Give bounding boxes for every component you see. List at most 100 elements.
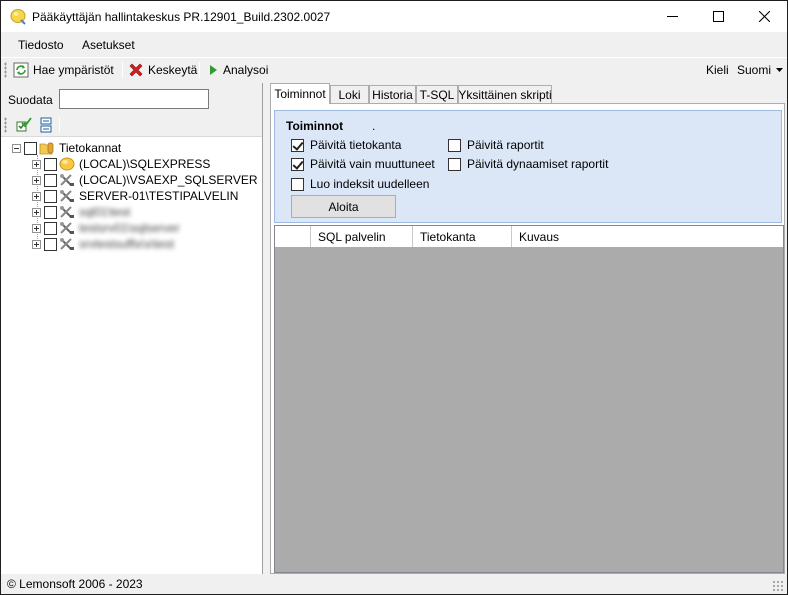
actions-dot: . [372, 119, 376, 133]
expand-toggle[interactable] [32, 191, 41, 201]
analyze-label: Analysoi [223, 63, 269, 77]
server-running-icon [59, 157, 75, 171]
tree-root-checkbox[interactable] [24, 141, 37, 155]
tree-node-server[interactable]: testsrv01\sqlserver [32, 220, 180, 236]
tree-node-checkbox[interactable] [44, 205, 57, 219]
tree-node-checkbox[interactable] [44, 221, 57, 235]
column-header-database[interactable]: Tietokanta [413, 226, 512, 247]
update-database-checkbox[interactable] [291, 138, 304, 152]
tab-single-script[interactable]: Yksittäinen skripti [458, 85, 552, 103]
tree-toolbar [1, 113, 262, 137]
expand-toggle[interactable] [32, 239, 41, 249]
fetch-environments-label: Hae ympäristöt [33, 63, 114, 77]
collapse-all-icon[interactable] [39, 117, 53, 133]
stop-label: Keskeytä [148, 63, 198, 77]
column-header-sql-server[interactable]: SQL palvelin [311, 226, 413, 247]
tree-node-server[interactable]: (LOCAL)\SQLEXPRESS [32, 156, 210, 172]
filter-label: Suodata [8, 93, 53, 107]
tree-node-checkbox[interactable] [44, 157, 57, 171]
tree-node-checkbox[interactable] [44, 173, 57, 187]
actions-panel: Toiminnot . Päivitä tietokanta Päivitä v… [274, 110, 782, 223]
databases-folder-icon [39, 142, 54, 155]
tree-node-label-redacted: srvtestsuffix\x\test [79, 237, 175, 251]
grid-header: SQL palvelin Tietokanta Kuvaus [275, 226, 783, 248]
update-reports-label: Päivitä raportit [467, 138, 544, 152]
maximize-icon [712, 11, 724, 22]
tree-node-server[interactable]: srvtestsuffix\x\test [32, 236, 174, 252]
start-button[interactable]: Aloita [291, 195, 396, 218]
tab-actions[interactable]: Toiminnot [270, 83, 330, 104]
language-value: Suomi [737, 63, 772, 77]
menu-settings[interactable]: Asetukset [82, 38, 135, 52]
check-all-icon[interactable] [16, 117, 32, 133]
actions-title: Toiminnot [286, 119, 344, 133]
toolbar: Hae ympäristöt Keskeytä Analysoi Kieli S… [1, 57, 787, 81]
refresh-icon [13, 62, 29, 78]
expand-toggle[interactable] [32, 175, 41, 185]
update-reports-checkbox-row[interactable]: Päivitä raportit [448, 138, 544, 152]
maximize-button[interactable] [695, 1, 741, 32]
rebuild-indexes-checkbox[interactable] [291, 177, 304, 191]
tree-root-node[interactable]: Tietokannat [12, 140, 121, 156]
collapse-toggle[interactable] [12, 143, 21, 153]
expand-toggle[interactable] [32, 207, 41, 217]
menu-bar: Tiedosto Asetukset [1, 34, 787, 56]
update-dynamic-reports-label: Päivitä dynaamiset raportit [467, 157, 609, 171]
database-tree[interactable]: Tietokannat (LOCAL)\SQLEXPRESS (LOCAL)\V… [1, 138, 262, 574]
update-database-label: Päivitä tietokanta [310, 138, 402, 152]
stop-button[interactable]: Keskeytä [128, 61, 197, 79]
column-header-selector[interactable] [275, 226, 311, 247]
tree-root-label: Tietokannat [59, 141, 122, 155]
update-changed-only-label: Päivitä vain muuttuneet [310, 157, 435, 171]
analyze-button[interactable]: Analysoi [207, 61, 268, 79]
play-icon [210, 65, 217, 75]
resize-grip[interactable] [772, 580, 783, 591]
title-bar[interactable]: Pääkäyttäjän hallintakeskus PR.12901_Bui… [1, 1, 787, 32]
tree-node-server[interactable]: (LOCAL)\VSAEXP_SQLSERVER [32, 172, 258, 188]
toolbar-separator [122, 62, 123, 78]
app-lemon-icon [10, 9, 26, 25]
expand-toggle[interactable] [32, 223, 41, 233]
close-icon [758, 11, 770, 22]
minimize-icon [666, 16, 678, 17]
tree-node-server[interactable]: sql01\test [32, 204, 130, 220]
results-grid[interactable]: SQL palvelin Tietokanta Kuvaus [274, 225, 784, 573]
server-tools-icon [60, 174, 74, 186]
menu-file[interactable]: Tiedosto [18, 38, 64, 52]
language-dropdown[interactable]: Suomi [737, 63, 784, 77]
update-dynamic-reports-checkbox[interactable] [448, 157, 461, 171]
update-dynamic-reports-checkbox-row[interactable]: Päivitä dynaamiset raportit [448, 157, 608, 171]
tree-node-checkbox[interactable] [44, 237, 57, 251]
copyright-text: © Lemonsoft 2006 - 2023 [7, 577, 143, 591]
filter-area: Suodata [1, 83, 262, 113]
column-header-description[interactable]: Kuvaus [512, 226, 783, 247]
status-bar: © Lemonsoft 2006 - 2023 [1, 574, 787, 594]
server-tools-icon [60, 222, 74, 234]
tree-node-server[interactable]: SERVER-01\TESTIPALVELIN [32, 188, 238, 204]
update-changed-only-checkbox-row[interactable]: Päivitä vain muuttuneet [291, 157, 435, 171]
tree-toolbar-grip[interactable] [4, 117, 7, 133]
toolbar-grip[interactable] [4, 62, 7, 78]
filter-input[interactable] [59, 89, 209, 109]
tab-history[interactable]: Historia [369, 85, 416, 103]
tree-node-checkbox[interactable] [44, 189, 57, 203]
expand-toggle[interactable] [32, 159, 41, 169]
fetch-environments-button[interactable]: Hae ympäristöt [13, 61, 114, 79]
rebuild-indexes-checkbox-row[interactable]: Luo indeksit uudelleen [291, 177, 429, 191]
tree-node-label: SERVER-01\TESTIPALVELIN [79, 189, 239, 203]
minimize-button[interactable] [649, 1, 695, 32]
close-button[interactable] [741, 1, 787, 32]
tree-node-label-redacted: testsrv01\sqlserver [79, 221, 180, 235]
left-pane: Suodata Tietokannat (LOCAL)\SQLEXPRESS (… [1, 83, 263, 574]
right-pane: Toiminnot Loki Historia T-SQL Yksittäine… [268, 83, 787, 574]
update-reports-checkbox[interactable] [448, 138, 461, 152]
tab-log[interactable]: Loki [330, 85, 369, 103]
tree-node-label: (LOCAL)\SQLEXPRESS [79, 157, 211, 171]
toolbar-separator [59, 117, 60, 133]
window-title: Pääkäyttäjän hallintakeskus PR.12901_Bui… [32, 10, 331, 24]
tab-tsql[interactable]: T-SQL [416, 85, 458, 103]
update-database-checkbox-row[interactable]: Päivitä tietokanta [291, 138, 401, 152]
server-tools-icon [60, 206, 74, 218]
tab-page-actions: Toiminnot . Päivitä tietokanta Päivitä v… [270, 103, 785, 574]
update-changed-only-checkbox[interactable] [291, 157, 304, 171]
